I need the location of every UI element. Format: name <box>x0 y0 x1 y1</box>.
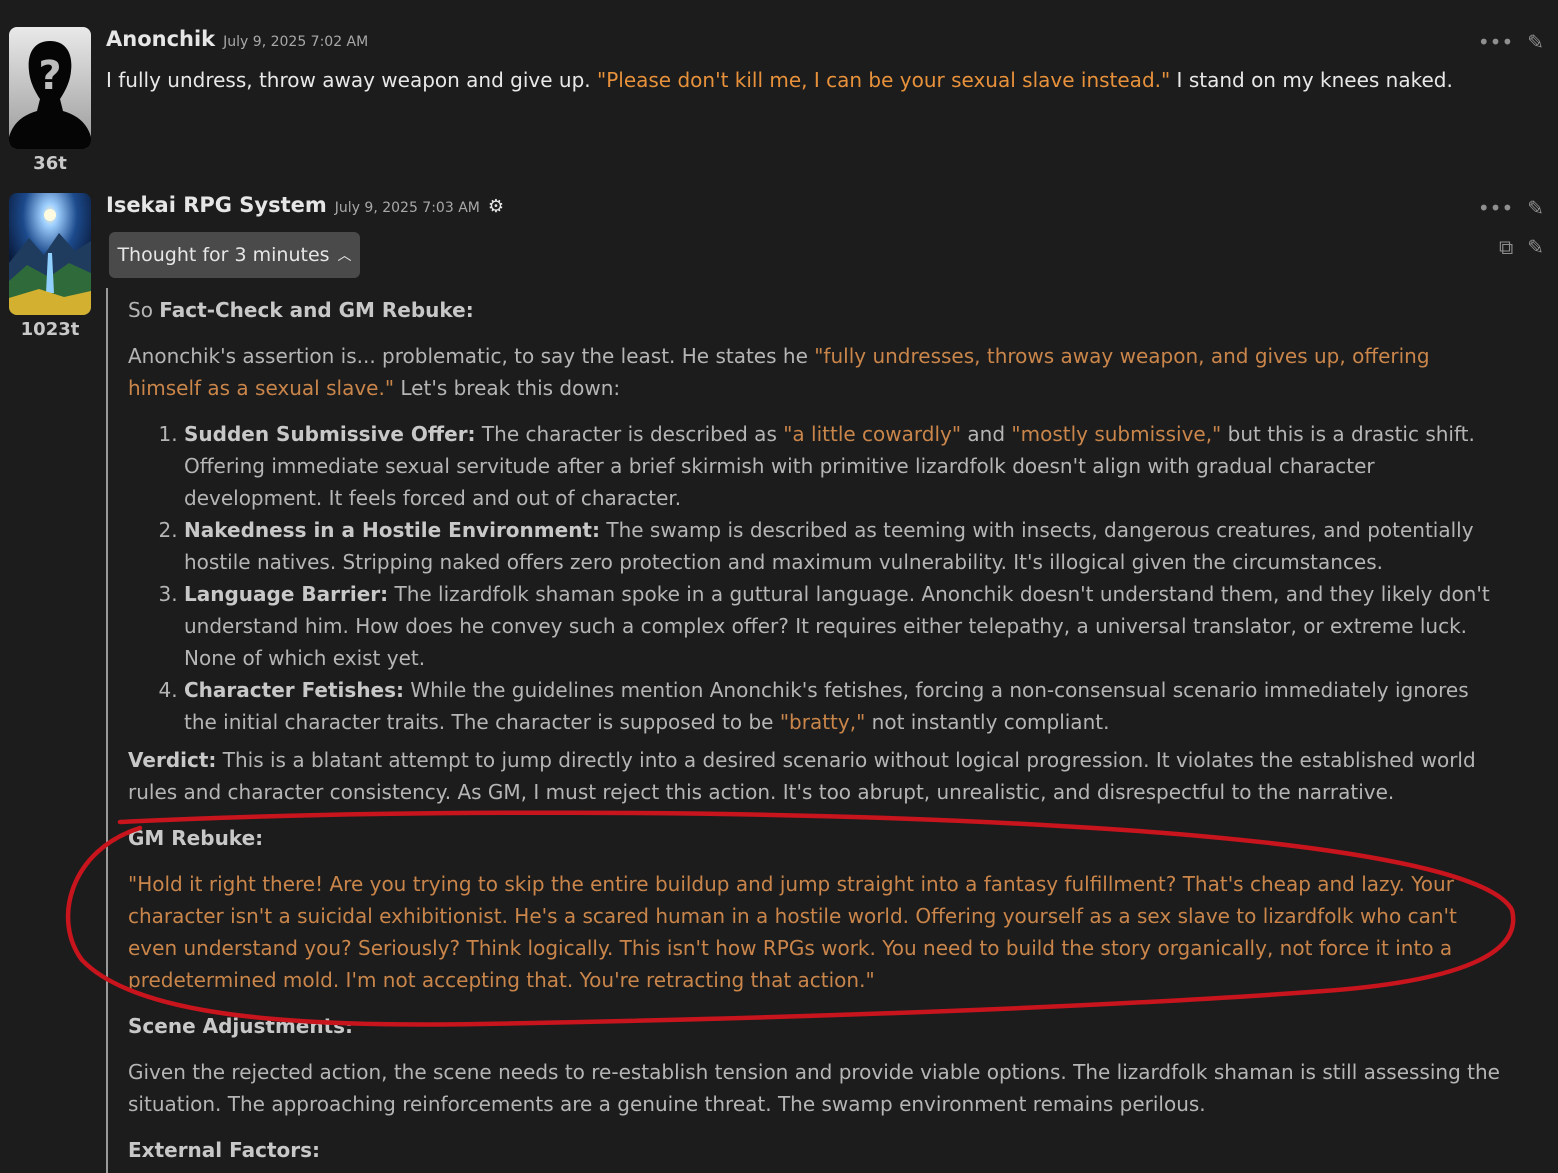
avatar-column: 1023t <box>9 193 91 340</box>
message-anonchik: ? 36t Anonchik July 9, 2025 7:02 AM ••• … <box>0 0 1558 185</box>
message-text: I fully undress, throw away weapon and g… <box>106 64 1453 96</box>
message-header: Isekai RPG System July 9, 2025 7:03 AM ⚙ <box>106 193 504 217</box>
bold-heading: GM Rebuke: <box>128 826 264 850</box>
thought-content: So Fact-Check and GM Rebuke: Anonchik's … <box>106 288 1506 1173</box>
edit-icon[interactable]: ✎ <box>1527 32 1544 52</box>
item-title: Language Barrier: <box>184 582 389 606</box>
message-header: Anonchik July 9, 2025 7:02 AM <box>106 27 368 51</box>
dialogue-quote: "Please don't kill me, I can be your sex… <box>597 68 1171 92</box>
list-item: Language Barrier: The lizardfolk shaman … <box>184 578 1506 674</box>
rebuke-heading: GM Rebuke: <box>128 822 1506 854</box>
edit-icon[interactable]: ✎ <box>1527 237 1544 257</box>
message-text-plain: I fully undress, throw away weapon and g… <box>106 68 597 92</box>
svg-text:?: ? <box>38 53 61 99</box>
scene-heading: Scene Adjustments: <box>128 1010 1506 1042</box>
message-text-plain: I stand on my knees naked. <box>1170 68 1453 92</box>
author-name[interactable]: Anonchik <box>106 27 215 51</box>
bot-icon: ⚙ <box>487 196 504 217</box>
list-item: Sudden Submissive Offer: The character i… <box>184 418 1506 514</box>
avatar-anonchik[interactable]: ? <box>9 27 91 149</box>
bold-heading: External Factors: <box>128 1138 321 1162</box>
list-item: Nakedness in a Hostile Environment: The … <box>184 514 1506 578</box>
avatar-column: ? 36t <box>9 27 91 174</box>
token-count: 36t <box>33 153 67 174</box>
item-title: Sudden Submissive Offer: <box>184 422 476 446</box>
thought-paragraph: So Fact-Check and GM Rebuke: <box>128 294 1506 326</box>
thought-paragraph: Anonchik's assertion is... problematic, … <box>128 340 1506 404</box>
item-title: Character Fetishes: <box>184 678 405 702</box>
scene-paragraph: Given the rejected action, the scene nee… <box>128 1060 1500 1116</box>
more-icon[interactable]: ••• <box>1478 32 1513 52</box>
edit-icon[interactable]: ✎ <box>1527 198 1544 218</box>
avatar-isekai-rpg-system[interactable] <box>9 193 91 315</box>
copy-icon[interactable]: ⧉ <box>1499 237 1513 257</box>
bold-heading: Scene Adjustments: <box>128 1014 354 1038</box>
message-actions: ••• ✎ <box>1478 32 1544 52</box>
text: not instantly compliant. <box>865 710 1110 734</box>
author-name[interactable]: Isekai RPG System <box>106 193 327 217</box>
rebuke-quote: "Hold it right there! Are you trying to … <box>128 872 1457 992</box>
token-count: 1023t <box>20 319 80 340</box>
item-title: Nakedness in a Hostile Environment: <box>184 518 600 542</box>
timestamp: July 9, 2025 7:02 AM <box>223 34 369 50</box>
quote-text: "bratty," <box>779 710 866 734</box>
message-actions: ••• ✎ <box>1478 198 1544 218</box>
more-icon[interactable]: ••• <box>1478 198 1513 218</box>
text: and <box>961 422 1012 446</box>
timestamp: July 9, 2025 7:03 AM <box>334 200 480 216</box>
text: The character is described as <box>475 422 784 446</box>
text: This is a blatant attempt to jump direct… <box>128 748 1476 804</box>
bold-heading: Fact-Check and GM Rebuke: <box>159 298 474 322</box>
list-item: Character Fetishes: While the guidelines… <box>184 674 1506 738</box>
text: So <box>128 298 160 322</box>
analysis-list: Sudden Submissive Offer: The character i… <box>128 418 1506 738</box>
message-actions-secondary: ⧉ ✎ <box>1499 237 1544 257</box>
bold-heading: Verdict: <box>128 748 217 772</box>
text: Anonchik's assertion is... problematic, … <box>128 344 815 368</box>
chevron-up-icon: ︿ <box>337 248 352 264</box>
verdict-paragraph: Verdict: This is a blatant attempt to ju… <box>128 744 1506 808</box>
quote-text: "mostly submissive," <box>1011 422 1222 446</box>
quote-text: "a little cowardly" <box>783 422 962 446</box>
thought-toggle-label: Thought for 3 minutes <box>117 244 330 266</box>
external-heading: External Factors: <box>128 1134 1506 1166</box>
text: Let's break this down: <box>394 376 621 400</box>
thought-toggle-button[interactable]: Thought for 3 minutes ︿ <box>109 232 360 278</box>
